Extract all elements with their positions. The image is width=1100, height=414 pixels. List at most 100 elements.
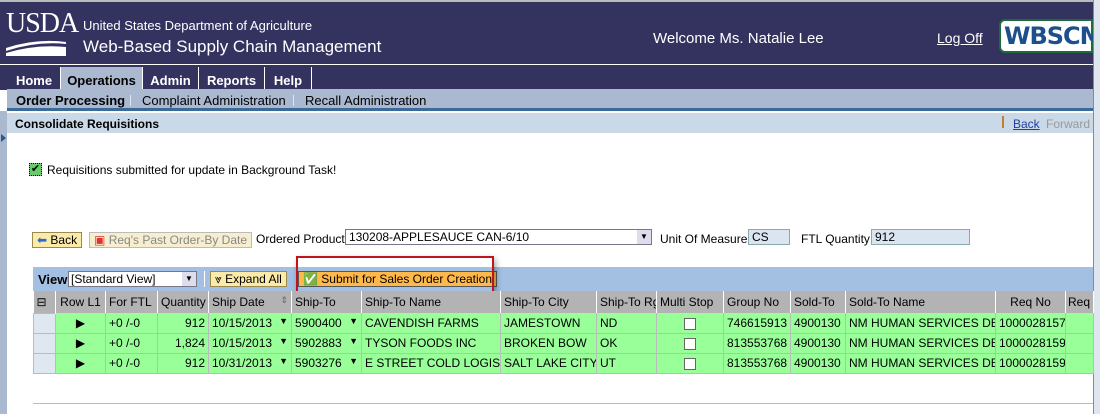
col-ship-to-name[interactable]: Ship-To Name	[361, 291, 501, 313]
cell-ship-date[interactable]: 10/15/2013 ▼	[208, 313, 292, 334]
subnav-complaint-administration[interactable]: Complaint Administration	[142, 93, 286, 108]
view-select[interactable]: [Standard View] ▼	[68, 271, 197, 287]
cell-ship-date[interactable]: 10/15/2013 ▼	[208, 333, 292, 354]
cell-ship-to[interactable]: 5902883 ▼	[291, 333, 362, 354]
subnav-order-processing[interactable]: Order Processing	[16, 93, 125, 108]
tab-home[interactable]: Home	[8, 67, 61, 90]
expand-panel-icon[interactable]	[1, 134, 6, 142]
chevron-down-icon[interactable]: ▼	[279, 356, 288, 366]
col-multi-stop[interactable]: Multi Stop	[656, 291, 724, 313]
cell-ship-to-rg: ND	[596, 313, 657, 334]
cell-req-no: 1000028159	[995, 333, 1066, 354]
separator	[293, 95, 294, 106]
chevron-down-icon[interactable]: ▼	[349, 336, 358, 346]
cell-req-no: 1000028157	[995, 313, 1066, 334]
uom-label: Unit Of Measure:	[660, 232, 751, 246]
col-ship-date-label: Ship Date	[212, 295, 265, 309]
chevron-down-icon[interactable]: ▼	[637, 230, 651, 244]
past-order-by-date-button: ▣ Req's Past Order-By Date	[89, 232, 253, 248]
column-settings-icon[interactable]: ⊟	[33, 291, 56, 313]
arrow-left-icon: ⬅	[37, 233, 48, 247]
ordered-product-select[interactable]: 130208-APPLESAUCE CAN-6/10 ▼	[345, 229, 652, 245]
expand-row-icon[interactable]: ▶	[55, 313, 106, 334]
col-ship-to-city[interactable]: Ship-To City	[500, 291, 597, 313]
cell-for-ftl: +0 /-0	[105, 353, 158, 374]
app-title: Web-Based Supply Chain Management	[83, 37, 382, 56]
ftl-quantity-field[interactable]	[871, 229, 970, 245]
table-row[interactable]: ▶ +0 /-0 912 10/15/2013 ▼ 5900400 ▼ CAVEND…	[33, 312, 1094, 334]
cell-req	[1065, 353, 1094, 374]
sort-icon[interactable]: ⇕	[280, 295, 288, 306]
cell-ship-to-city: JAMESTOWN	[500, 313, 597, 334]
side-panel-strip[interactable]	[0, 111, 7, 414]
col-req-no[interactable]: Req No	[995, 291, 1066, 313]
log-off-link[interactable]: Log Off	[937, 30, 983, 46]
usda-swoosh-icon	[6, 40, 66, 56]
vertical-scrollbar[interactable]	[1093, 0, 1100, 414]
app-header: USDA United States Department of Agricul…	[0, 0, 1100, 64]
history-back-link[interactable]: Back	[1013, 117, 1040, 131]
cell-quantity: 912	[157, 353, 209, 374]
multi-stop-checkbox[interactable]	[684, 357, 696, 370]
cell-req	[1065, 333, 1094, 354]
divider	[33, 403, 1093, 404]
tab-operations[interactable]: Operations	[61, 67, 143, 91]
col-quantity[interactable]: Quantity	[157, 291, 209, 313]
tab-admin[interactable]: Admin	[143, 67, 199, 90]
grid-toolbar: View [Standard View] ▼ ⩔ Expand All ✅ Sub…	[33, 267, 1093, 291]
col-req[interactable]: Req	[1065, 291, 1094, 313]
chevron-down-icon[interactable]: ▼	[349, 316, 358, 326]
separator	[1002, 116, 1004, 128]
chevron-down-icon[interactable]: ▼	[182, 272, 196, 286]
cell-group-no: 746615913	[723, 313, 791, 334]
chevron-down-icon[interactable]: ▼	[279, 336, 288, 346]
col-group-no[interactable]: Group No	[723, 291, 791, 313]
highlight-box	[296, 256, 494, 293]
col-ship-date[interactable]: Ship Date ⇕	[208, 291, 292, 313]
row-selector[interactable]	[33, 332, 56, 354]
cell-sold-to-name: NM HUMAN SERVICES DEPT	[845, 353, 996, 374]
tab-reports[interactable]: Reports	[199, 67, 265, 90]
cell-ship-to-city: SALT LAKE CITY	[500, 353, 597, 374]
table-row[interactable]: ▶ +0 /-0 1,824 10/15/2013 ▼ 5902883 ▼ TYSO…	[33, 332, 1094, 354]
col-row-l1[interactable]: Row L1	[55, 291, 106, 313]
chevron-down-icon[interactable]: ▼	[279, 316, 288, 326]
cell-multi-stop	[656, 333, 724, 354]
expand-row-icon[interactable]: ▶	[55, 333, 106, 354]
col-ship-to-rg[interactable]: Ship-To Rg	[596, 291, 657, 313]
col-sold-to-name[interactable]: Sold-To Name	[845, 291, 996, 313]
cell-ship-to-name: CAVENDISH FARMS	[361, 313, 501, 334]
cell-ship-to-rg: UT	[596, 353, 657, 374]
success-check-icon: ✔	[29, 163, 42, 176]
cell-quantity: 912	[157, 313, 209, 334]
usda-logo-text: USDA	[6, 8, 79, 39]
back-button[interactable]: ⬅ Back	[32, 232, 83, 248]
ordered-product-label: Ordered Product:	[256, 232, 349, 246]
subnav-recall-administration[interactable]: Recall Administration	[305, 93, 426, 108]
multi-stop-checkbox[interactable]	[684, 337, 696, 350]
row-selector[interactable]	[33, 352, 56, 374]
cell-ship-date[interactable]: 10/31/2013 ▼	[208, 353, 292, 374]
row-selector[interactable]	[33, 312, 56, 334]
uom-field[interactable]	[748, 229, 790, 245]
cell-quantity: 1,824	[157, 333, 209, 354]
chevron-down-icon[interactable]: ▼	[349, 356, 358, 366]
cell-sold-to: 4900130	[790, 353, 846, 374]
past-order-label: Req's Past Order-By Date	[108, 233, 248, 247]
cell-multi-stop	[656, 353, 724, 374]
expand-all-button[interactable]: ⩔ Expand All	[210, 271, 287, 287]
expand-row-icon[interactable]: ▶	[55, 353, 106, 374]
table-row[interactable]: ▶ +0 /-0 912 10/31/2013 ▼ 5903276 ▼ E STRE…	[33, 352, 1094, 374]
tab-help[interactable]: Help	[265, 67, 312, 90]
separator	[130, 95, 131, 106]
requisitions-table: ⊟ Row L1 For FTL Quantity Ship Date ⇕ Shi…	[33, 291, 1094, 374]
cell-ship-to[interactable]: 5903276 ▼	[291, 353, 362, 374]
multi-stop-checkbox[interactable]	[684, 317, 696, 330]
col-sold-to[interactable]: Sold-To	[790, 291, 846, 313]
cell-for-ftl: +0 /-0	[105, 313, 158, 334]
cell-sold-to-name: NM HUMAN SERVICES DEPT	[845, 333, 996, 354]
cell-ship-to[interactable]: 5900400 ▼	[291, 313, 362, 334]
col-for-ftl[interactable]: For FTL	[105, 291, 158, 313]
col-ship-to[interactable]: Ship-To	[291, 291, 362, 313]
cell-req-no: 1000028159	[995, 353, 1066, 374]
